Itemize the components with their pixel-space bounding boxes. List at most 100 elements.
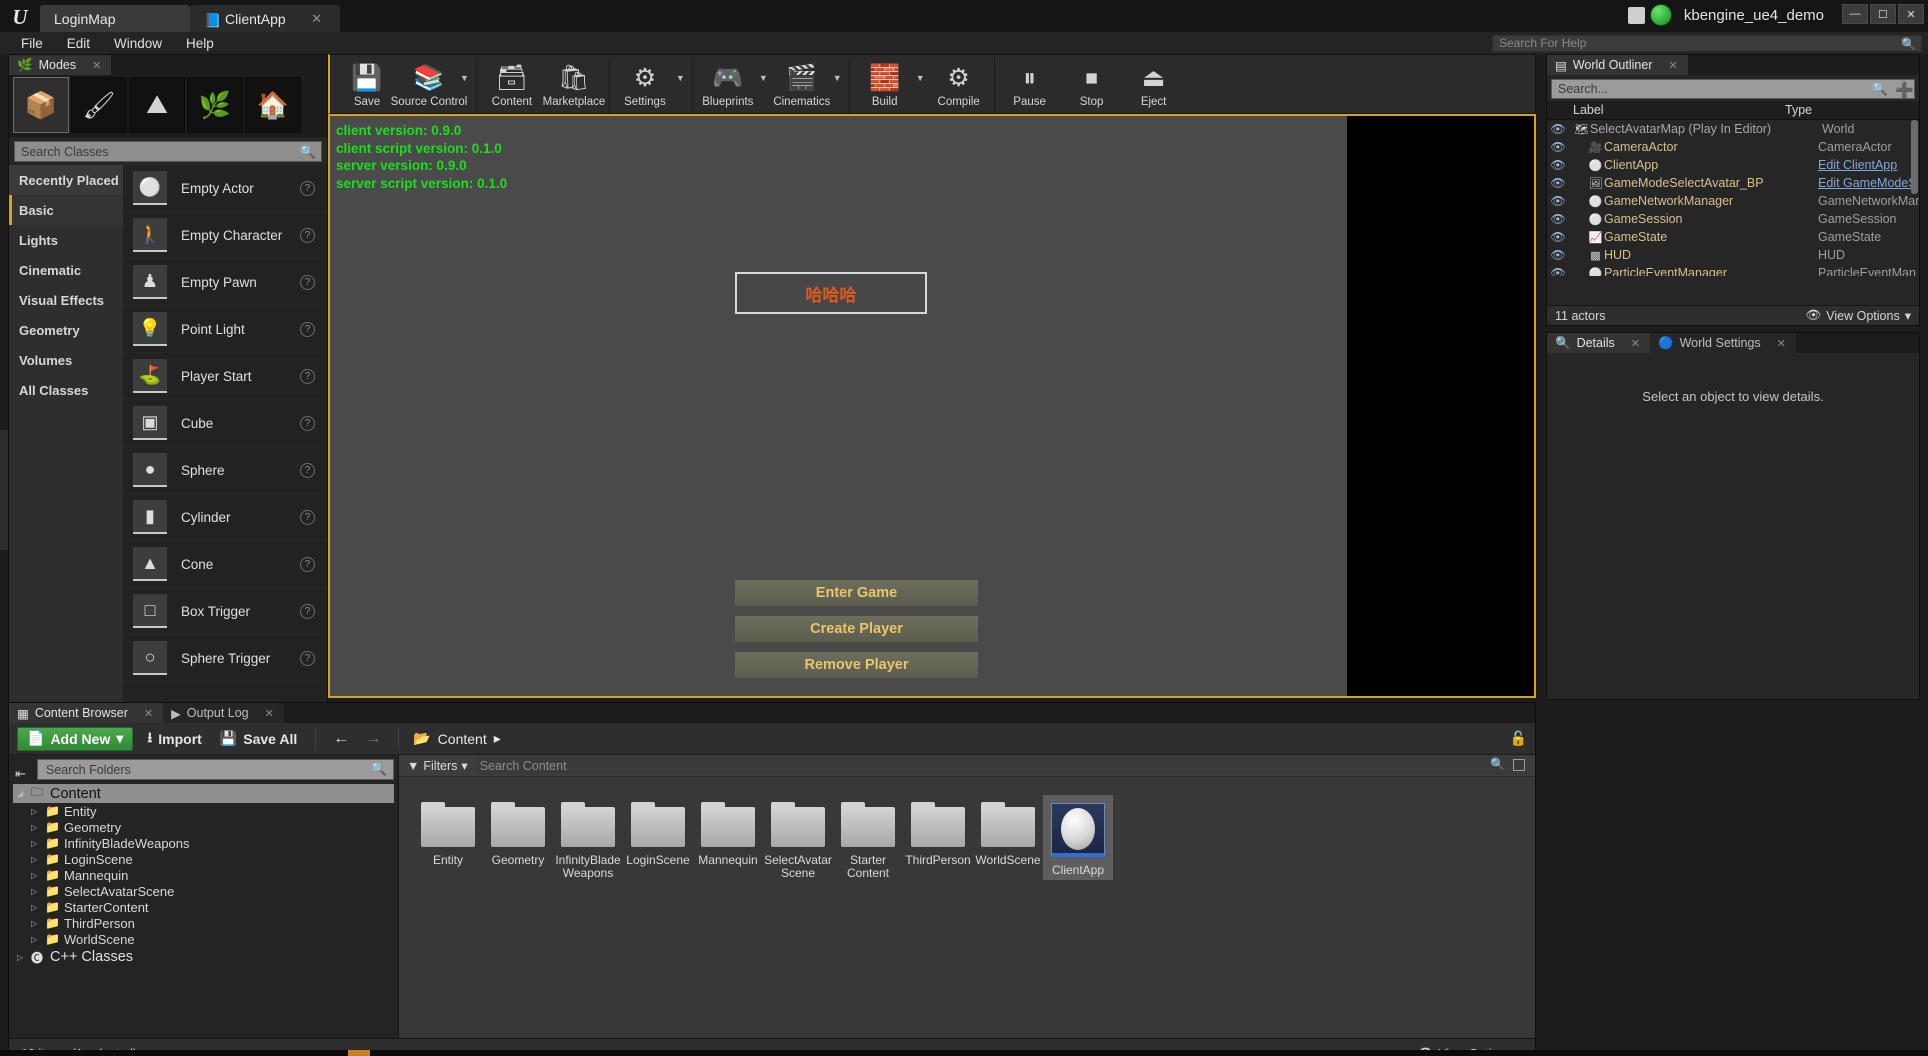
save-all-button[interactable]: 💾 Save All [216, 730, 301, 747]
outliner-row[interactable]: 👁 ⚪ ParticleEventManager ParticleEventMan [1547, 264, 1919, 276]
save-search-icon[interactable] [1513, 759, 1525, 771]
remove-player-button[interactable]: Remove Player [735, 652, 978, 678]
chevron-down-icon[interactable]: ▼ [460, 57, 472, 113]
outliner-row-list[interactable]: 👁 🗺 SelectAvatarMap (Play In Editor) Worl… [1547, 120, 1919, 276]
help-icon[interactable]: ? [300, 274, 315, 290]
content-button[interactable]: 🗃 Content [481, 57, 543, 113]
help-icon[interactable]: ? [300, 227, 315, 243]
outliner-row[interactable]: 👁 🎥 CameraActor CameraActor [1547, 138, 1919, 156]
tab-modes[interactable]: 🌿 Modes ✕ [9, 55, 112, 75]
help-icon[interactable]: ? [300, 462, 315, 478]
eye-icon[interactable]: 👁 [1547, 140, 1569, 154]
folder-tree-row[interactable]: ▷ 📁 Mannequin [13, 867, 394, 883]
lock-icon[interactable]: 🔓 [1510, 730, 1527, 747]
close-icon[interactable]: ✕ [1777, 337, 1786, 350]
placeable-item[interactable]: ● Sphere ? [123, 447, 327, 494]
arrow-left-icon[interactable]: ← [330, 730, 352, 748]
close-icon[interactable]: ✕ [144, 707, 153, 720]
add-folder-icon[interactable]: ➕ [1895, 81, 1914, 99]
tab-world-settings[interactable]: 🔵 World Settings ✕ [1650, 333, 1796, 353]
close-button[interactable]: ✕ [1898, 4, 1924, 24]
expand-triangle-icon[interactable]: ▷ [31, 887, 45, 896]
outliner-row-type-link[interactable]: Edit GameModeS [1818, 176, 1917, 190]
outliner-scrollbar[interactable] [1911, 120, 1918, 194]
tab-details[interactable]: 🔍 Details ✕ [1547, 333, 1651, 353]
outliner-row[interactable]: 👁 ⚪ GameSession GameSession [1547, 210, 1919, 228]
help-icon[interactable]: ? [300, 556, 315, 572]
asset-tile[interactable]: LoginScene [623, 795, 693, 880]
asset-tile[interactable]: SelectAvatar Scene [763, 795, 833, 880]
category-basic[interactable]: Basic [9, 195, 123, 225]
placeable-item[interactable]: ♟ Empty Pawn ? [123, 259, 327, 306]
eye-icon[interactable]: 👁 [1547, 248, 1569, 262]
game-viewport[interactable]: client version: 0.9.0 client script vers… [328, 114, 1536, 698]
expand-triangle-icon[interactable]: ▷ [31, 903, 45, 912]
category-visual-effects[interactable]: Visual Effects [9, 285, 123, 315]
placeable-item[interactable]: ○ Sphere Trigger ? [123, 635, 327, 682]
category-cinematic[interactable]: Cinematic [9, 255, 123, 285]
expand-triangle-icon[interactable]: ▷ [31, 935, 45, 944]
outliner-search-input[interactable]: Search... 🔍 [1551, 79, 1915, 99]
stop-button[interactable]: ⏹ Stop [1061, 57, 1123, 113]
folder-tree-row[interactable]: ▷ 📁 StarterContent [13, 899, 394, 915]
placeable-item[interactable]: ▮ Cylinder ? [123, 494, 327, 541]
expand-triangle-icon[interactable]: ▷ [31, 919, 45, 928]
close-icon[interactable]: ✕ [1668, 59, 1677, 72]
outliner-row[interactable]: 👁 ⚪ GameNetworkManager GameNetworkMan [1547, 192, 1919, 210]
column-type[interactable]: Type [1779, 103, 1919, 117]
pause-button[interactable]: ⏸ Pause [999, 57, 1061, 113]
help-icon[interactable]: ? [300, 509, 315, 525]
category-geometry[interactable]: Geometry [9, 315, 123, 345]
settings-button[interactable]: ⚙ Settings [614, 57, 676, 113]
eye-icon[interactable]: 👁 [1547, 266, 1569, 276]
folder-tree-row[interactable]: ▷ 📁 WorldScene [13, 931, 394, 947]
eject-button[interactable]: ⏏ Eject [1123, 57, 1185, 113]
asset-tile[interactable]: Entity [413, 795, 483, 880]
window-tab-clientapp[interactable]: 📘 ClientApp ✕ [190, 5, 340, 32]
breadcrumb[interactable]: 📂 Content ▸ [413, 730, 501, 747]
expand-triangle-icon[interactable]: ▷ [17, 953, 31, 962]
expand-triangle-icon[interactable]: ▷ [31, 871, 45, 880]
chevron-down-icon[interactable]: ▼ [676, 57, 688, 113]
help-search-input[interactable]: Search For Help 🔍 [1492, 34, 1922, 52]
close-icon[interactable]: ✕ [265, 707, 274, 720]
folder-tree-row[interactable]: ▷ 📁 SelectAvatarScene [13, 883, 394, 899]
placeable-item[interactable]: □ Box Trigger ? [123, 588, 327, 635]
help-icon[interactable]: ? [300, 180, 315, 196]
folder-tree-row[interactable]: ▷ 📁 Geometry [13, 819, 394, 835]
eye-icon[interactable]: 👁 [1547, 122, 1569, 136]
eye-icon[interactable]: 👁 [1547, 194, 1569, 208]
outliner-row[interactable]: 👁 ▩ HUD HUD [1547, 246, 1919, 264]
cinematics-button[interactable]: 🎬 Cinematics [771, 57, 833, 113]
chevron-down-icon[interactable]: ▼ [916, 57, 928, 113]
outliner-row[interactable]: 👁 🗺 SelectAvatarMap (Play In Editor) Worl… [1547, 120, 1919, 138]
minimize-button[interactable]: — [1842, 4, 1868, 24]
import-button[interactable]: ⭳ Import [143, 727, 205, 751]
source-control-button[interactable]: 📚 Source Control [391, 57, 468, 113]
outliner-row-type-link[interactable]: Edit ClientApp [1818, 158, 1897, 172]
help-icon[interactable]: ? [300, 321, 315, 337]
outliner-view-options-button[interactable]: 👁 View Options ▾ [1805, 308, 1911, 323]
tab-output-log[interactable]: ▶ Output Log ✕ [163, 703, 284, 723]
category-recently-placed[interactable]: Recently Placed [9, 165, 123, 195]
menu-file[interactable]: File [10, 33, 54, 54]
asset-tile[interactable]: InfinityBlade Weapons [553, 795, 623, 880]
add-new-button[interactable]: 📄 Add New ▾ [17, 726, 134, 751]
marketplace-button[interactable]: 🛍 Marketplace [543, 57, 606, 113]
asset-tile-clientapp[interactable]: ClientApp [1043, 795, 1113, 880]
expand-triangle-icon[interactable]: ▷ [31, 823, 45, 832]
folder-search-input[interactable]: Search Folders 🔍 [37, 759, 394, 780]
enter-game-button[interactable]: Enter Game [735, 580, 978, 606]
outliner-row[interactable]: 👁 📈 GameState GameState [1547, 228, 1919, 246]
create-player-button[interactable]: Create Player [735, 616, 978, 642]
arrow-right-icon[interactable]: → [362, 730, 384, 748]
close-icon[interactable]: ✕ [92, 59, 101, 72]
expand-triangle-icon[interactable]: ▷ [31, 807, 45, 816]
compile-button[interactable]: ⚙ Compile [928, 57, 990, 113]
help-icon[interactable]: ? [300, 603, 315, 619]
tab-world-outliner[interactable]: ▤ World Outliner ✕ [1547, 55, 1688, 75]
tab-content-browser[interactable]: ▦ Content Browser ✕ [9, 703, 164, 723]
content-search-input[interactable]: Search Content 🔍 [475, 757, 1527, 774]
category-all-classes[interactable]: All Classes [9, 375, 123, 405]
menu-edit[interactable]: Edit [56, 33, 101, 54]
